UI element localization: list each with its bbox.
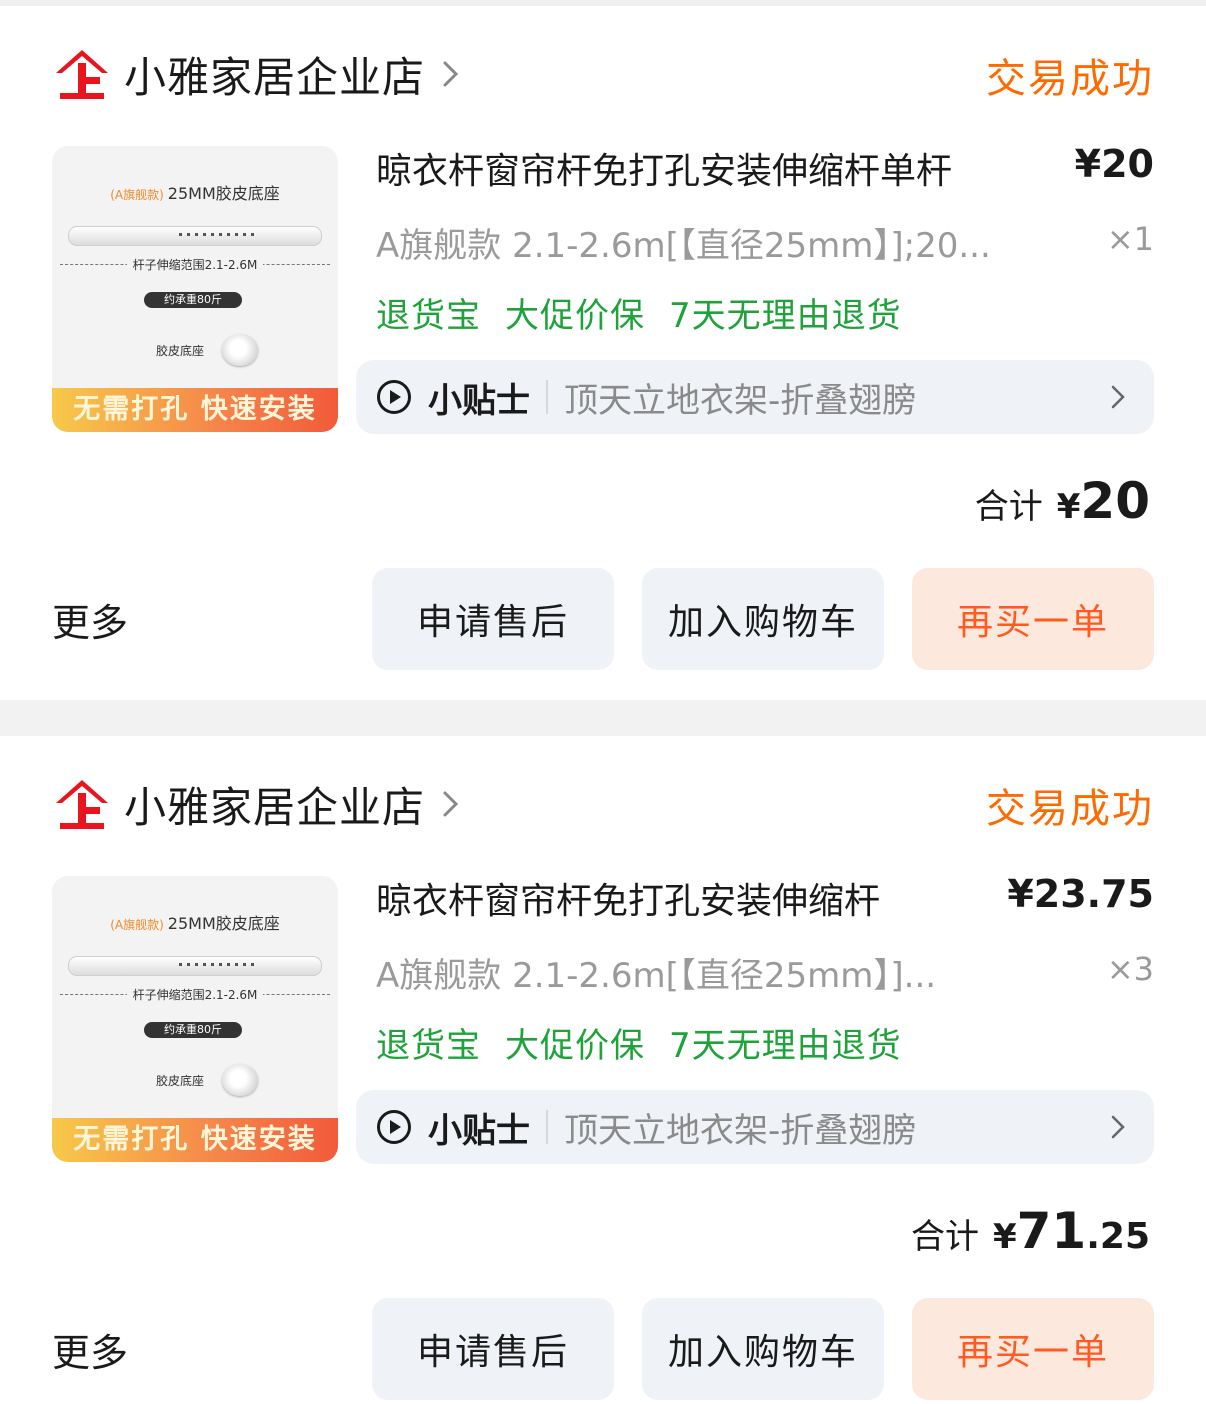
store-name[interactable]: 小雅家居企业店	[124, 774, 425, 835]
enterprise-store-icon	[56, 780, 108, 829]
tips-label: 小贴士	[428, 380, 530, 421]
order-card: 小雅家居企业店 交易成功 (A旗舰款) 25MM胶皮底座 杆子伸缩范围2.1-2.…	[0, 6, 1206, 700]
image-tag: (A旗舰款)	[110, 188, 164, 202]
image-range: 杆子伸缩范围2.1-2.6M	[126, 988, 264, 1002]
image-load: 约承重80斤	[144, 1022, 242, 1038]
more-button[interactable]: 更多	[52, 592, 128, 647]
order-list: 小雅家居企业店 交易成功 (A旗舰款) 25MM胶皮底座 杆子伸缩范围2.1-2.…	[0, 6, 1206, 1404]
add-to-cart-button[interactable]: 加入购物车	[642, 1298, 884, 1400]
after-sales-button[interactable]: 申请售后	[372, 568, 614, 670]
total-label: 合计	[974, 487, 1043, 527]
tips-divider	[546, 380, 548, 414]
service-tag: 退货宝	[376, 1026, 481, 1066]
product-title[interactable]: 晾衣杆窗帘杆免打孔安装伸缩杆单杆	[376, 142, 1056, 194]
order-status: 交易成功	[986, 56, 1154, 102]
play-circle-icon	[377, 380, 411, 414]
image-base: 胶皮底座	[156, 1074, 205, 1088]
rod-illustration	[68, 956, 322, 976]
tips-text: 顶天立地衣架-折叠翅膀	[564, 1110, 917, 1151]
service-tag: 7天无理由退货	[669, 1026, 902, 1066]
order-total: 合计 ¥ 20	[975, 472, 1150, 530]
image-title: 25MM胶皮底座	[167, 184, 280, 203]
image-banner: 无需打孔 快速安装	[52, 388, 338, 432]
more-button[interactable]: 更多	[52, 1322, 128, 1377]
order-total: 合计 ¥ 71 .25	[911, 1202, 1150, 1260]
total-currency: ¥	[992, 1217, 1017, 1257]
store-header[interactable]: 小雅家居企业店 交易成功	[52, 44, 1154, 104]
service-tag: 大促价保	[505, 1026, 645, 1066]
tips-bar[interactable]: 小贴士 顶天立地衣架-折叠翅膀	[356, 1090, 1154, 1164]
product-image[interactable]: (A旗舰款) 25MM胶皮底座 杆子伸缩范围2.1-2.6M 约承重80斤 胶皮底…	[52, 876, 338, 1162]
enterprise-store-icon	[56, 50, 108, 99]
base-cup-illustration	[222, 1064, 258, 1096]
chevron-right-icon[interactable]	[441, 59, 461, 89]
total-amount: 71	[1016, 1202, 1087, 1260]
product-title[interactable]: 晾衣杆窗帘杆免打孔安装伸缩杆	[376, 872, 1056, 924]
rod-illustration	[68, 226, 322, 246]
chevron-right-icon[interactable]	[441, 789, 461, 819]
image-title: 25MM胶皮底座	[167, 914, 280, 933]
product-quantity: ×1	[1106, 220, 1154, 258]
tips-label: 小贴士	[428, 1110, 530, 1151]
product-sku: A旗舰款 2.1-2.6m[【直径25mm】];20...	[376, 226, 991, 266]
service-tag: 7天无理由退货	[669, 296, 902, 336]
tips-divider	[546, 1110, 548, 1144]
chevron-right-icon	[1111, 1115, 1125, 1139]
image-tag: (A旗舰款)	[110, 918, 164, 932]
buy-again-button[interactable]: 再买一单	[912, 568, 1154, 670]
service-tag: 退货宝	[376, 296, 481, 336]
product-price: ¥23.75	[1007, 872, 1154, 916]
after-sales-button[interactable]: 申请售后	[372, 1298, 614, 1400]
service-tags: 退货宝 大促价保 7天无理由退货	[376, 1018, 926, 1067]
tips-text: 顶天立地衣架-折叠翅膀	[564, 380, 917, 421]
total-amount: 20	[1080, 472, 1150, 530]
store-header[interactable]: 小雅家居企业店 交易成功	[52, 774, 1154, 834]
service-tag: 大促价保	[505, 296, 645, 336]
total-currency: ¥	[1056, 487, 1081, 527]
order-card: 小雅家居企业店 交易成功 (A旗舰款) 25MM胶皮底座 杆子伸缩范围2.1-2.…	[0, 736, 1206, 1404]
image-range: 杆子伸缩范围2.1-2.6M	[126, 258, 264, 272]
order-status: 交易成功	[986, 786, 1154, 832]
total-decimal: .25	[1086, 1216, 1150, 1257]
image-load: 约承重80斤	[144, 292, 242, 308]
add-to-cart-button[interactable]: 加入购物车	[642, 568, 884, 670]
product-quantity: ×3	[1106, 950, 1154, 988]
play-circle-icon	[377, 1110, 411, 1144]
product-image[interactable]: (A旗舰款) 25MM胶皮底座 杆子伸缩范围2.1-2.6M 约承重80斤 胶皮底…	[52, 146, 338, 432]
chevron-right-icon	[1111, 385, 1125, 409]
image-base: 胶皮底座	[156, 344, 205, 358]
tips-bar[interactable]: 小贴士 顶天立地衣架-折叠翅膀	[356, 360, 1154, 434]
service-tags: 退货宝 大促价保 7天无理由退货	[376, 288, 926, 337]
base-cup-illustration	[222, 334, 258, 366]
image-banner: 无需打孔 快速安装	[52, 1118, 338, 1162]
total-label: 合计	[910, 1217, 979, 1257]
buy-again-button[interactable]: 再买一单	[912, 1298, 1154, 1400]
product-sku: A旗舰款 2.1-2.6m[【直径25mm】]...	[376, 956, 937, 996]
store-name[interactable]: 小雅家居企业店	[124, 44, 425, 105]
product-price: ¥20	[1074, 142, 1154, 186]
